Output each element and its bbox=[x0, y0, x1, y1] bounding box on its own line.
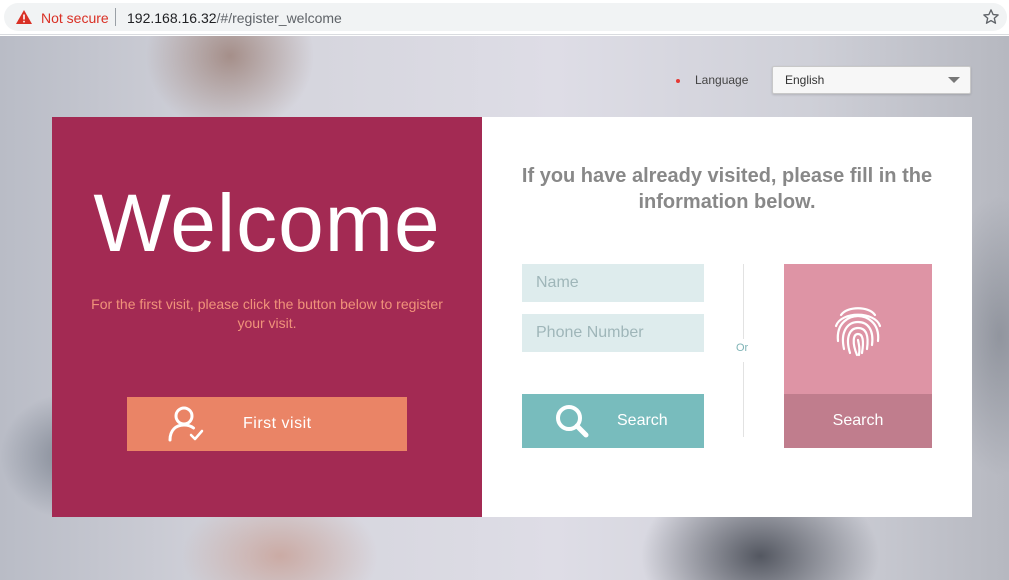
url-host: 192.168.16.32 bbox=[127, 10, 217, 26]
caret-down-icon bbox=[948, 77, 960, 83]
url-path: /#/register_welcome bbox=[216, 10, 342, 26]
search-button[interactable]: Search bbox=[522, 394, 704, 448]
returning-visitor-title: If you have already visited, please fill… bbox=[521, 165, 933, 213]
search-button-label: Search bbox=[617, 412, 668, 429]
language-indicator-dot bbox=[676, 79, 680, 83]
address-bar[interactable]: Not secure 192.168.16.32/#/register_welc… bbox=[4, 3, 1007, 31]
fingerprint-scanner[interactable] bbox=[784, 264, 932, 394]
or-label: Or bbox=[736, 342, 749, 354]
first-visit-button[interactable]: First visit bbox=[127, 397, 407, 451]
first-visit-label: First visit bbox=[243, 415, 312, 432]
user-check-icon bbox=[168, 406, 204, 442]
fingerprint-search-button[interactable]: Search bbox=[784, 394, 932, 448]
or-divider-bottom bbox=[743, 362, 744, 437]
fingerprint-icon bbox=[834, 307, 882, 357]
star-icon[interactable] bbox=[982, 8, 1000, 26]
not-secure-label[interactable]: Not secure bbox=[41, 10, 109, 26]
language-select[interactable]: English bbox=[772, 66, 971, 94]
warning-triangle-icon[interactable] bbox=[16, 10, 32, 24]
name-input[interactable] bbox=[522, 264, 704, 302]
or-divider-top bbox=[743, 264, 744, 339]
first-visit-instructions: For the first visit, please click the bu… bbox=[91, 296, 443, 331]
magnifier-icon bbox=[556, 405, 589, 438]
url-text[interactable]: 192.168.16.32/#/register_welcome bbox=[127, 10, 342, 26]
url-separator bbox=[115, 8, 116, 26]
welcome-panel: Welcome For the first visit, please clic… bbox=[52, 117, 482, 517]
returning-visitor-panel: If you have already visited, please fill… bbox=[482, 117, 972, 517]
fingerprint-search-label: Search bbox=[832, 412, 884, 429]
language-selected-value: English bbox=[785, 73, 825, 87]
language-label: Language bbox=[695, 73, 749, 87]
phone-number-input[interactable] bbox=[522, 314, 704, 352]
welcome-title: Welcome bbox=[93, 178, 441, 269]
browser-toolbar: Not secure 192.168.16.32/#/register_welc… bbox=[0, 0, 1009, 35]
